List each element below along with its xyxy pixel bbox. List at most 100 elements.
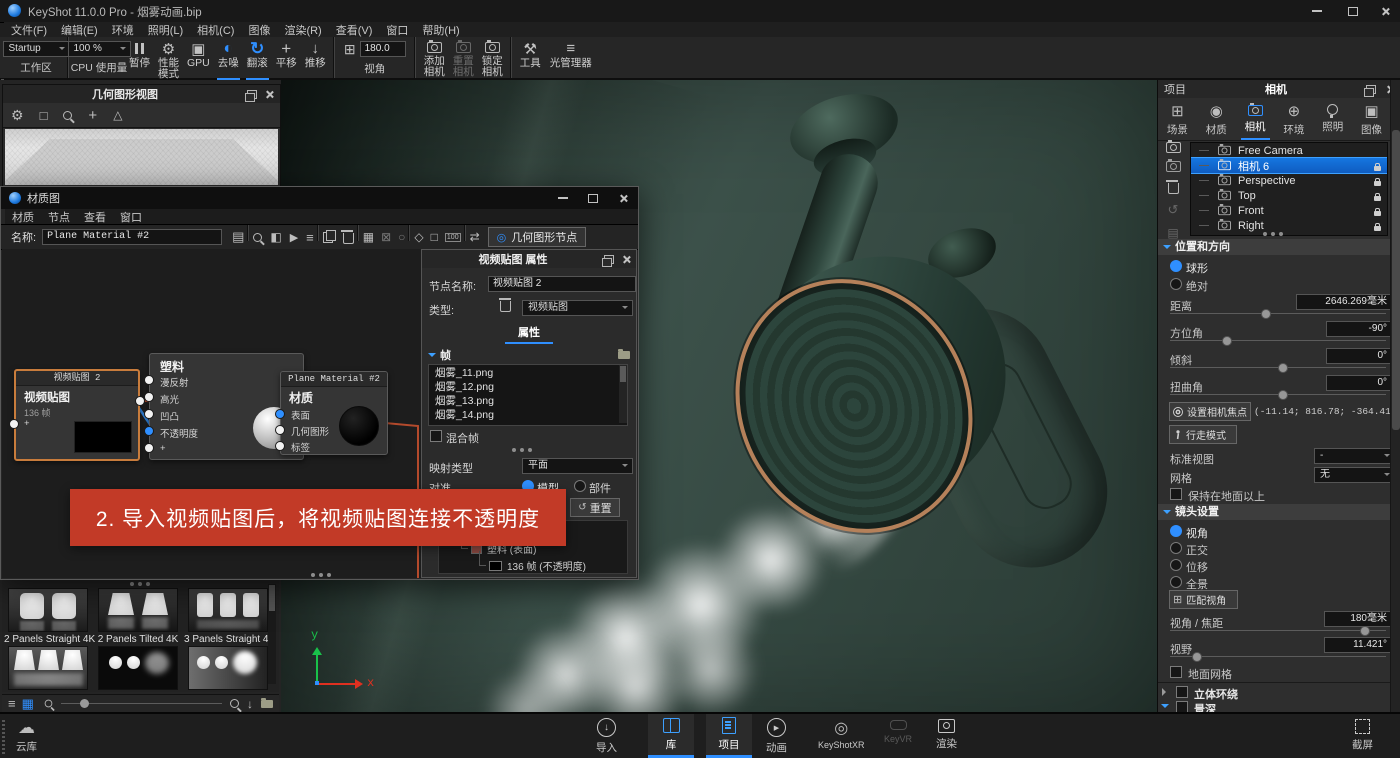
performance-mode-button[interactable]: ⚙ 性能 模式 [154,38,183,78]
properties-float-icon[interactable] [604,255,614,264]
properties-close-icon[interactable] [622,255,631,264]
zoom-out-icon[interactable] [45,700,53,708]
set-focus-button[interactable]: 设置相机焦点 [1169,402,1251,421]
menu-edit[interactable]: 编辑(E) [54,22,105,38]
menu-file[interactable]: 文件(F) [4,22,54,38]
library-resize-handle[interactable] [130,582,134,586]
reset-texture-button[interactable]: ↺ 重置 [570,498,620,517]
library-item[interactable]: 2 Panels Tilted 4K [94,588,182,645]
geometry-move-icon[interactable]: + [88,107,97,124]
reset-camera-list-icon[interactable]: ↺ [1168,202,1179,218]
dof-chevron-icon[interactable] [1161,704,1169,712]
mg-duplicate-icon[interactable] [323,232,333,243]
project-scrollbar[interactable] [1390,80,1400,712]
thumbnail-size-knob[interactable] [80,699,89,708]
plastic-add-port[interactable] [144,443,154,453]
cloud-library-button[interactable]: ☁ 云库 [16,718,37,754]
match-fov-button[interactable]: ⊞ 匹配视角 [1169,590,1238,609]
close-panel-icon[interactable] [265,90,274,99]
minimize-button[interactable] [1300,0,1334,22]
fov-angle-input[interactable]: 11.421° [1324,637,1392,653]
mg-delete-icon[interactable] [343,233,354,244]
light-manager-button[interactable]: ≡ 光管理器 [545,38,597,78]
grid-view-icon[interactable]: ▦ [22,696,34,712]
distance-input[interactable]: 2646.269毫米 [1296,294,1392,310]
mg-zoom-100-icon[interactable]: 100 [445,233,461,242]
keyshotxr-button[interactable]: ◎ KeyShotXR [818,718,865,750]
geometry-pivot-icon[interactable]: △ [113,108,122,122]
material-surface-port[interactable] [275,409,285,419]
library-scrollbar[interactable] [268,584,276,684]
pan-button[interactable]: + 平移 [272,38,301,78]
video-node-input-port[interactable] [9,419,19,429]
upload-icon[interactable]: ↓ [247,697,253,711]
mg-split-icon[interactable]: ⇄ [470,230,480,244]
menu-help[interactable]: 帮助(H) [415,22,466,38]
stereo-chevron-icon[interactable] [1162,688,1170,696]
float-panel-icon[interactable] [247,90,257,99]
video-map-node[interactable]: 视频贴图 2 视频贴图 136 帧 + [14,369,140,461]
frame-file[interactable]: 烟雾_12.png [429,380,627,394]
delete-type-icon[interactable] [500,301,511,312]
lens-shift-radio[interactable] [1170,559,1182,571]
position-section-header[interactable]: 位置和方向 [1158,239,1391,255]
grid-dropdown[interactable]: 无 [1314,467,1395,483]
tumble-button[interactable]: ↻ 翻滚 [243,38,272,78]
camera-list-resize-dots[interactable] [1263,232,1267,236]
align-part-radio[interactable] [574,480,586,492]
fov-angle-slider[interactable] [1170,656,1386,657]
reset-camera-button[interactable]: 重置 相机 [449,38,478,78]
save-camera-icon[interactable]: ▤ [1167,226,1178,240]
menu-view[interactable]: 查看(V) [329,22,380,38]
mg-menu-node[interactable]: 节点 [41,209,77,225]
lens-section-header[interactable]: 镜头设置 [1158,504,1391,520]
focal-length-input[interactable]: 180毫米 [1324,611,1392,627]
azimuth-slider[interactable] [1170,340,1386,341]
twist-input[interactable]: 0° [1326,375,1392,391]
add-camera-list-icon[interactable] [1166,142,1181,153]
keep-above-ground-checkbox[interactable] [1170,488,1182,500]
mapping-type-dropdown[interactable]: 平面 [522,458,633,474]
plastic-bump-port[interactable] [144,409,154,419]
screenshot-button[interactable]: 截屏 [1352,719,1373,752]
camera-row-front[interactable]: Front [1191,203,1387,218]
library-item[interactable]: 3 Point Light 4K [184,646,272,692]
tab-lighting[interactable]: 照明 [1322,104,1343,134]
folders-icon[interactable] [261,700,273,708]
cpu-usage-dropdown[interactable]: 100 % [68,41,131,57]
mg-fit-icon[interactable]: □ [431,230,438,244]
library-item[interactable]: 3 Point Dark 4K [94,646,182,692]
mg-menu-material[interactable]: 材质 [5,209,41,225]
ground-grid-checkbox[interactable] [1170,666,1182,678]
dolly-button[interactable]: ↓ 推移 [301,38,330,78]
tab-scene[interactable]: ⊞ 场景 [1167,102,1188,137]
mg-preview-icon[interactable]: ◧ [270,230,281,244]
spherical-radio[interactable] [1170,260,1182,272]
add-camera-button[interactable]: 添加 相机 [420,38,449,78]
mg-play-icon[interactable]: ▶ [290,231,298,244]
maximize-button[interactable] [1336,0,1370,22]
frame-list-scrollbar[interactable] [619,365,627,423]
tree-item-frames[interactable]: 136 帧 (不透明度) [443,557,627,574]
camera-row-camera6[interactable]: 相机 6 [1191,158,1387,173]
menu-environment[interactable]: 环境 [105,22,141,38]
frame-file-list[interactable]: 烟雾_11.png 烟雾_12.png 烟雾_13.png 烟雾_14.png [428,364,628,426]
stereo-checkbox[interactable] [1176,686,1188,698]
geometry-zoom-icon[interactable] [63,111,72,120]
frame-list-scrollbar-thumb[interactable] [620,366,626,382]
gpu-button[interactable]: ▣ GPU [183,38,214,78]
tab-properties[interactable]: 属性 [518,327,540,339]
mg-menu-view[interactable]: 查看 [77,209,113,225]
geometry-settings-icon[interactable]: ⚙ [11,107,24,124]
mg-menu-window[interactable]: 窗口 [113,209,149,225]
pause-button[interactable]: 暂停 [125,38,154,78]
library-item[interactable]: 3 Panels Straight 4K [184,588,272,645]
zoom-in-icon[interactable] [230,699,239,708]
frame-file[interactable]: 烟雾_13.png [429,394,627,408]
focal-length-slider[interactable] [1170,630,1386,631]
camera-row-free[interactable]: Free Camera [1191,143,1387,158]
library-scrollbar-thumb[interactable] [269,585,275,611]
mg-settings-icon[interactable]: ≡ [306,230,314,245]
tab-environment[interactable]: ⊕ 环境 [1283,102,1304,137]
incline-input[interactable]: 0° [1326,348,1392,364]
